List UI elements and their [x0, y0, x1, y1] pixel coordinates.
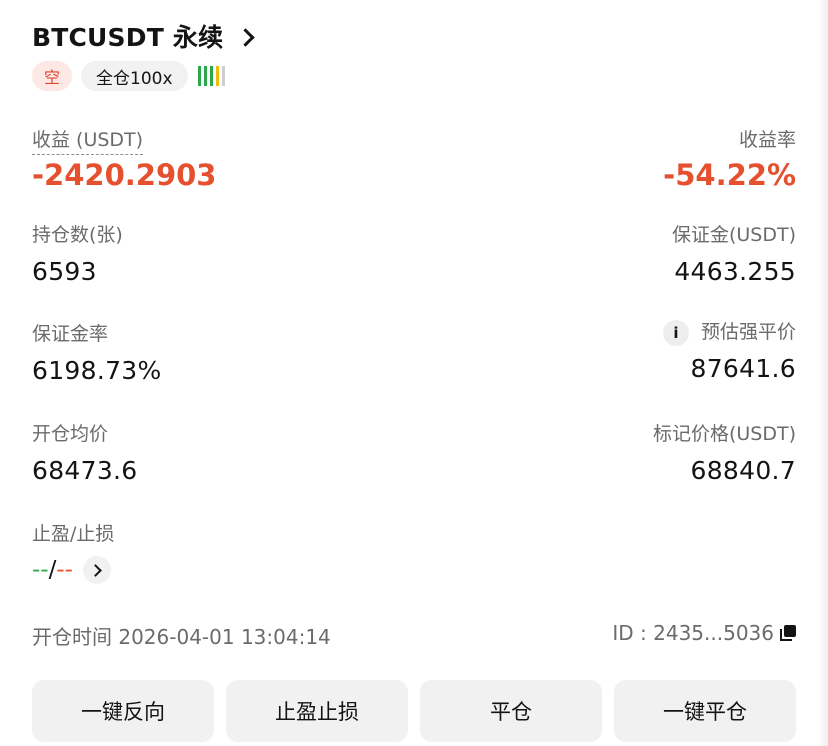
side-badge: 空: [32, 61, 73, 91]
sl-value: --: [56, 557, 73, 583]
liq-price-value: 87641.6: [690, 353, 796, 383]
position-id: ID : 2435...5036: [612, 621, 774, 645]
tpsl-chevron-button[interactable]: [82, 556, 111, 584]
risk-bar: [203, 66, 207, 86]
scroll-edge: [818, 0, 828, 746]
mark-price-value: 68840.7: [690, 456, 796, 485]
risk-bar: [221, 66, 225, 86]
roe-value: -54.22%: [663, 158, 796, 192]
close-button[interactable]: 平仓: [420, 680, 602, 742]
position-id-row: ID : 2435...5036: [612, 621, 796, 645]
info-icon[interactable]: i: [662, 319, 689, 346]
entry-price-block: 开仓均价 68473.6: [32, 419, 137, 485]
tp-value: --: [32, 557, 49, 583]
risk-bar: [215, 66, 219, 86]
tpsl-block: 止盈/止损 -- / --: [32, 519, 114, 584]
action-buttons: 一键反向 止盈止损 平仓 一键平仓: [32, 680, 796, 742]
margin-ratio-value: 6198.73%: [32, 356, 162, 385]
margin-ratio-label: 保证金率: [32, 323, 109, 345]
position-size-block: 持仓数(张) 6593: [32, 220, 123, 286]
position-size-value: 6593: [32, 257, 97, 286]
margin-block: 保证金(USDT) 4463.255: [672, 220, 796, 286]
tpsl-label: 止盈/止损: [32, 523, 115, 545]
margin-label: 保证金(USDT): [671, 224, 796, 246]
margin-value: 4463.255: [674, 257, 796, 286]
tpsl-button[interactable]: 止盈止损: [226, 680, 408, 742]
roe-block: 收益率 -54.22%: [663, 125, 796, 192]
symbol-header[interactable]: BTCUSDT 永续: [32, 18, 255, 54]
copy-icon[interactable]: [780, 625, 796, 641]
entry-price-value: 68473.6: [32, 456, 138, 485]
entry-price-label: 开仓均价: [32, 423, 109, 445]
symbol-title: BTCUSDT 永续: [32, 23, 224, 52]
margin-ratio-block: 保证金率 6198.73%: [32, 319, 162, 385]
mark-price-block: 标记价格(USDT) 68840.7: [653, 419, 796, 485]
pnl-block: 收益 (USDT) -2420.2903: [32, 125, 216, 192]
open-time: 开仓时间 2026-04-01 13:04:14: [32, 625, 331, 649]
chevron-right-icon[interactable]: [236, 27, 255, 47]
tpsl-separator: /: [48, 557, 57, 583]
mark-price-label: 标记价格(USDT): [652, 423, 796, 445]
close-all-button[interactable]: 一键平仓: [614, 680, 796, 742]
roe-label: 收益率: [738, 129, 796, 151]
risk-bar: [209, 66, 213, 86]
pnl-label[interactable]: 收益 (USDT): [32, 129, 144, 155]
liq-price-label: 预估强平价: [700, 321, 796, 343]
position-tags: 空 全仓100x: [32, 61, 228, 91]
risk-bar: [197, 66, 201, 86]
reverse-button[interactable]: 一键反向: [32, 680, 214, 742]
chevron-right-icon: [89, 563, 102, 577]
position-size-label: 持仓数(张): [32, 224, 123, 246]
tpsl-value[interactable]: -- / --: [32, 556, 114, 584]
risk-level-icon: [197, 66, 228, 86]
liq-price-block: i 预估强平价 87641.6: [662, 317, 796, 383]
margin-mode-badge: 全仓100x: [81, 61, 188, 91]
pnl-value: -2420.2903: [32, 158, 217, 192]
